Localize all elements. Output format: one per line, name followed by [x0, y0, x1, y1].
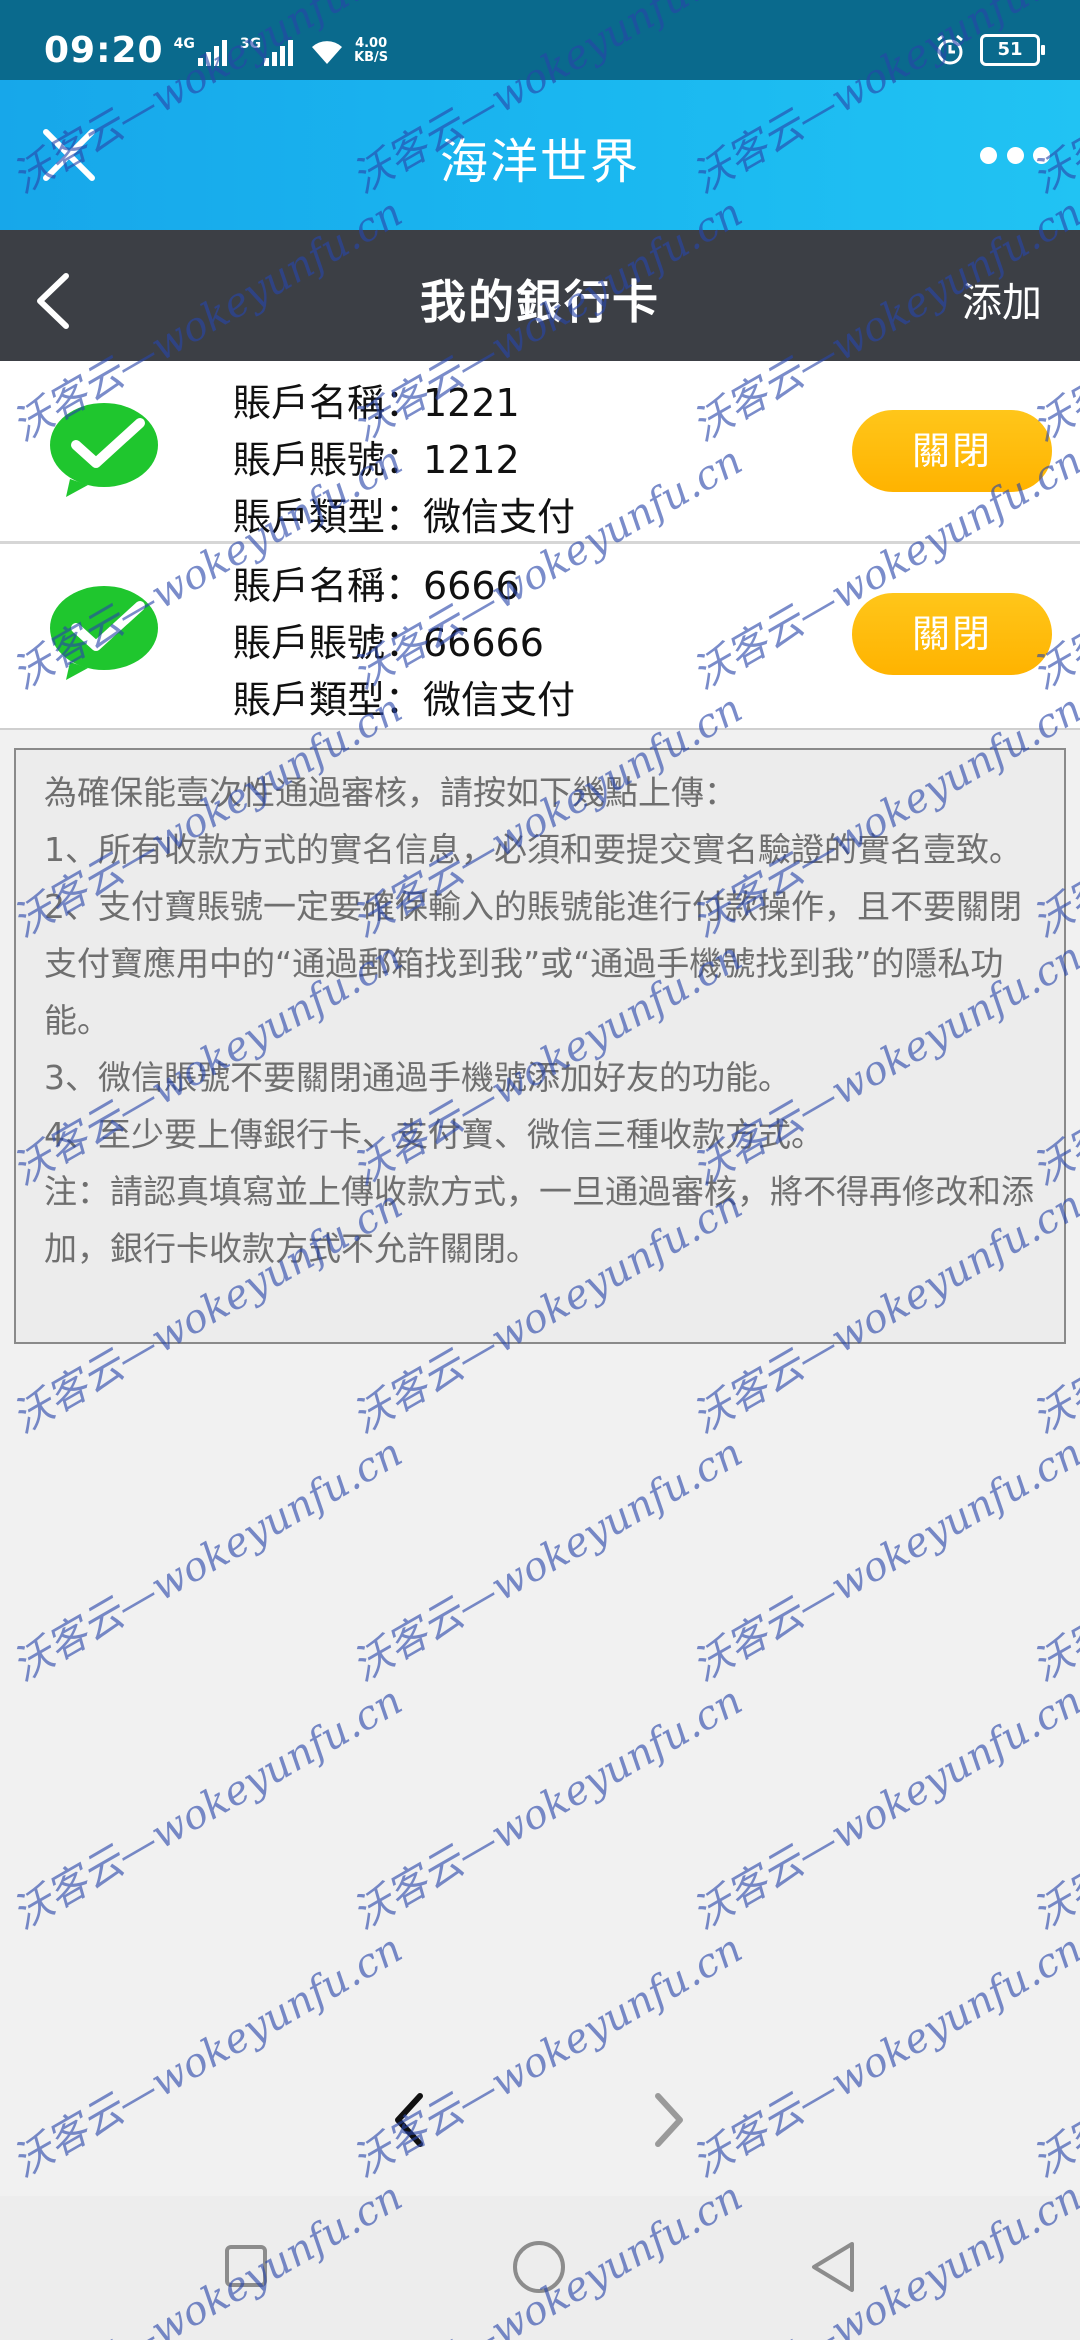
watermark-text: 沃客云—wokeyunfu.cn: [4, 1429, 411, 1691]
notice-line: 3、微信賬號不要關閉通過手機號添加好友的功能。: [44, 1058, 791, 1097]
app-title: 海洋世界: [439, 134, 640, 190]
recent-apps-icon[interactable]: [224, 2244, 268, 2288]
account-info: 賬戶名稱：1221 賬戶賬號：1212 賬戶類型：微信支付: [233, 375, 575, 546]
wechat-pay-icon: [50, 586, 158, 680]
upload-notice: 為確保能壹次性通過審核，請按如下幾點上傳： 1、所有收款方式的實名信息，必須和要…: [14, 748, 1066, 1344]
home-icon[interactable]: [512, 2240, 566, 2294]
system-back-icon[interactable]: [808, 2240, 858, 2294]
cell-signal-icon-2: 3G: [240, 36, 296, 66]
battery-icon: 51: [980, 34, 1045, 66]
account-type: 賬戶類型：微信支付: [233, 678, 576, 722]
speed-value: 4.00: [355, 35, 388, 51]
cell-signal-icon: 4G: [174, 36, 230, 66]
notice-line: 為確保能壹次性通過審核，請按如下幾點上傳：: [44, 773, 737, 812]
status-right: 51: [934, 34, 1045, 66]
close-account-button[interactable]: 關閉: [852, 410, 1052, 492]
notice-line: 1、所有收款方式的實名信息，必須和要提交實名驗證的實名壹致。: [44, 830, 1022, 869]
add-button[interactable]: 添加: [962, 270, 1042, 328]
network-type-label-2: 3G: [239, 35, 262, 52]
notice-line: 2、支付寶賬號一定要確保輸入的賬號能進行付款操作，且不要關閉支付寶應用中的“通過…: [44, 887, 1022, 1040]
account-name: 賬戶名稱：6666: [233, 564, 520, 608]
account-info: 賬戶名稱：6666 賬戶賬號：66666 賬戶類型：微信支付: [233, 558, 575, 729]
alarm-icon: [937, 34, 963, 65]
chevron-right-icon[interactable]: [648, 2090, 688, 2150]
status-time: 09:20: [44, 30, 164, 71]
watermark-text: 沃客云—wokeyunfu.cn: [4, 1677, 411, 1939]
watermark-text: 沃客云—wokeyunfu.cn: [344, 1429, 751, 1691]
account-list: 賬戶名稱：1221 賬戶賬號：1212 賬戶類型：微信支付 關閉 賬戶名稱：66…: [0, 361, 1080, 730]
status-left: 09:20 4G 3G 4.00 KB/S: [44, 30, 388, 71]
watermark-text: 沃客云—wokeyunfu.cn: [1024, 1677, 1080, 1939]
account-number: 賬戶賬號：66666: [233, 621, 544, 665]
chevron-left-icon[interactable]: [390, 2090, 430, 2150]
notice-line: 4、至少要上傳銀行卡、支付寶、微信三種收款方式。: [44, 1115, 824, 1154]
network-type-label: 4G: [173, 35, 195, 52]
wechat-pay-icon: [50, 403, 158, 497]
page-title: 我的銀行卡: [420, 275, 660, 329]
page-navigation: [0, 2080, 1080, 2160]
notice-line: 注：請認真填寫並上傳收款方式，一旦通過審核，將不得再修改和添加，銀行卡收款方式不…: [44, 1172, 1034, 1268]
more-options-icon[interactable]: [980, 140, 1050, 170]
speed-unit: KB/S: [354, 49, 389, 65]
account-type: 賬戶類型：微信支付: [233, 495, 576, 539]
network-speed: 4.00 KB/S: [354, 35, 389, 65]
wifi-icon: [312, 40, 343, 64]
watermark-text: 沃客云—wokeyunfu.cn: [684, 1677, 1080, 1939]
page-header: 我的銀行卡 添加: [0, 230, 1080, 361]
app-screen: 09:20 4G 3G 4.00 KB/S 51 海洋世界 我的銀行卡 添加 賬…: [0, 0, 1080, 2340]
watermark-text: 沃客云—wokeyunfu.cn: [344, 1677, 751, 1939]
account-row: 賬戶名稱：1221 賬戶賬號：1212 賬戶類型：微信支付 關閉: [0, 361, 1080, 544]
close-account-button[interactable]: 關閉: [852, 593, 1052, 675]
watermark-text: 沃客云—wokeyunfu.cn: [1024, 1429, 1080, 1691]
watermark-text: 沃客云—wokeyunfu.cn: [684, 1429, 1080, 1691]
account-row: 賬戶名稱：6666 賬戶賬號：66666 賬戶類型：微信支付 關閉: [0, 544, 1080, 730]
app-bar: 海洋世界: [0, 80, 1080, 230]
account-number: 賬戶賬號：1212: [233, 438, 520, 482]
account-name: 賬戶名稱：1221: [233, 381, 520, 425]
system-nav-bar: [0, 2196, 1080, 2340]
status-bar: 09:20 4G 3G 4.00 KB/S 51: [0, 0, 1080, 80]
